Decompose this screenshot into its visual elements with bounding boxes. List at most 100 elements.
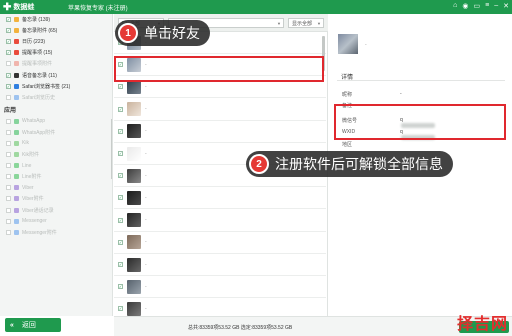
item-checkbox[interactable]	[6, 196, 11, 202]
contact-row[interactable]: ✓-	[114, 276, 326, 299]
sidebar-item[interactable]: Messenger	[0, 216, 112, 227]
contact-row[interactable]: ✓-	[114, 187, 326, 210]
calendar-icon	[14, 39, 19, 45]
highlight-selected-contact	[114, 56, 324, 82]
row-checkbox[interactable]: ✓	[118, 195, 123, 201]
contact-row[interactable]: ✓-	[114, 99, 326, 121]
sidebar-item[interactable]: Viber附件	[0, 193, 112, 204]
menu-icon[interactable]: ≡	[485, 2, 489, 10]
sidebar-item[interactable]: Viber通话记录	[0, 205, 112, 216]
line-icon	[14, 163, 19, 169]
item-checkbox[interactable]	[6, 207, 11, 213]
item-checkbox[interactable]: ✓	[6, 72, 11, 78]
item-checkbox[interactable]	[6, 185, 11, 191]
contact-row[interactable]: ✓-	[114, 121, 326, 143]
contact-avatar	[127, 279, 141, 294]
item-checkbox[interactable]: ✓	[6, 17, 11, 23]
sidebar-item[interactable]: Viber	[0, 182, 112, 193]
sidebar-item[interactable]: Line附件	[0, 171, 112, 182]
sidebar-item-label: 语音备忘录 (11)	[22, 72, 57, 79]
back-button[interactable]: « 返回	[5, 318, 61, 332]
minimize-icon[interactable]: –	[494, 2, 498, 10]
contact-name: -	[145, 172, 147, 179]
contact-row[interactable]: ✓-	[114, 210, 326, 232]
item-checkbox[interactable]	[6, 229, 11, 235]
step-number-badge: 2	[249, 154, 269, 174]
row-checkbox[interactable]: ✓	[118, 173, 123, 179]
row-checkbox[interactable]: ✓	[118, 84, 123, 90]
sidebar-item-label: Kik附件	[22, 152, 39, 159]
safari-bookmark-icon	[14, 83, 19, 89]
kik-icon	[14, 140, 19, 146]
item-checkbox[interactable]: ✓	[6, 50, 11, 56]
sidebar-item[interactable]: WhatsApp	[0, 116, 112, 127]
sidebar-item-label: Messenger附件	[22, 229, 57, 236]
sidebar-item[interactable]: ✓ 语音备忘录 (11)	[0, 69, 112, 80]
sidebar-item-label: Viber附件	[22, 196, 44, 203]
divider	[337, 80, 505, 81]
site-watermark: 择吉网	[456, 314, 508, 333]
status-bar: 总共:83359项53.52 GB 选定:83359项53.52 GB	[114, 316, 512, 336]
item-checkbox[interactable]	[6, 118, 11, 124]
contact-row[interactable]: ✓-	[114, 254, 326, 276]
item-checkbox[interactable]	[6, 218, 11, 224]
contact-name: -	[145, 261, 147, 268]
item-checkbox[interactable]	[6, 129, 11, 135]
cart-icon[interactable]: ⌂	[453, 2, 457, 10]
sidebar-item-label: Line附件	[22, 174, 42, 181]
row-checkbox[interactable]: ✓	[118, 239, 123, 245]
item-checkbox[interactable]: ✓	[6, 39, 11, 45]
sidebar-item[interactable]: ✓ 备忘录 (139)	[0, 14, 112, 25]
item-checkbox[interactable]: ✓	[6, 28, 11, 34]
sidebar-item-label: Safari浏览器书签 (21)	[22, 83, 71, 90]
row-checkbox[interactable]: ✓	[118, 151, 123, 156]
item-checkbox[interactable]	[6, 61, 11, 67]
sidebar-item[interactable]: WhatsApp附件	[0, 127, 112, 138]
row-checkbox[interactable]: ✓	[118, 217, 123, 223]
row-checkbox[interactable]: ✓	[118, 262, 123, 267]
sidebar-scrollbar[interactable]	[111, 119, 112, 179]
reminders-attachment-icon	[14, 61, 19, 67]
sidebar-item[interactable]: ✓ 备忘录附件 (65)	[0, 25, 112, 36]
sidebar-item[interactable]: ✓ Safari浏览器书签 (21)	[0, 81, 112, 92]
item-checkbox[interactable]	[6, 140, 11, 146]
callout-step-2: 2 注册软件后可解锁全部信息	[246, 151, 453, 177]
sidebar-item-label: 备忘录附件 (65)	[22, 28, 58, 35]
item-checkbox[interactable]: ✓	[6, 83, 11, 89]
sidebar-item[interactable]: ✓ 提醒事项 (15)	[0, 47, 112, 58]
contact-row[interactable]: ✓-	[114, 232, 326, 254]
sidebar-item[interactable]: 提醒事项附件	[0, 58, 112, 69]
close-icon[interactable]: ✕	[503, 2, 509, 10]
chat-icon[interactable]: ▭	[474, 2, 481, 10]
viber-icon	[14, 185, 19, 191]
contact-avatar	[127, 301, 141, 316]
sidebar-item-label: WhatsApp附件	[22, 129, 56, 136]
sidebar-item-label: Kik	[22, 140, 29, 147]
show-filter-select[interactable]: 显示全部 ▼	[288, 18, 324, 28]
app-title: 苹果恢复专家 (未注册)	[68, 5, 128, 12]
row-checkbox[interactable]: ✓	[118, 106, 123, 112]
sidebar-item[interactable]: Messenger附件	[0, 227, 112, 238]
app-logo: ✚ 数据蛙	[0, 2, 62, 13]
row-checkbox[interactable]: ✓	[118, 306, 123, 312]
sidebar-item-label: 日历 (223)	[22, 39, 46, 46]
sidebar-item[interactable]: ✓ 日历 (223)	[0, 36, 112, 47]
notes-icon	[14, 17, 19, 23]
logo-text: 数据蛙	[13, 4, 35, 11]
sidebar-item[interactable]: Line	[0, 160, 112, 171]
sidebar-item[interactable]: Safari浏览历史	[0, 92, 112, 103]
sidebar-item[interactable]: Kik	[0, 138, 112, 149]
item-checkbox[interactable]	[6, 163, 11, 169]
item-checkbox[interactable]	[6, 152, 11, 158]
row-checkbox[interactable]: ✓	[118, 128, 123, 134]
wifi-icon[interactable]: ◉	[462, 2, 468, 10]
item-checkbox[interactable]	[6, 94, 11, 100]
item-checkbox[interactable]	[6, 174, 11, 180]
row-checkbox[interactable]: ✓	[118, 284, 123, 290]
whatsapp-attachment-icon	[14, 129, 19, 135]
category-sidebar: ✓ 备忘录 (139) ✓ 备忘录附件 (65) ✓ 日历 (223) ✓ 提醒事项 (15)…	[0, 14, 113, 316]
window-controls: ⌂ ◉ ▭ ≡ – ✕	[453, 2, 509, 10]
callout-text: 单击好友	[144, 26, 200, 42]
contact-avatar	[127, 213, 141, 228]
sidebar-item[interactable]: Kik附件	[0, 149, 112, 160]
